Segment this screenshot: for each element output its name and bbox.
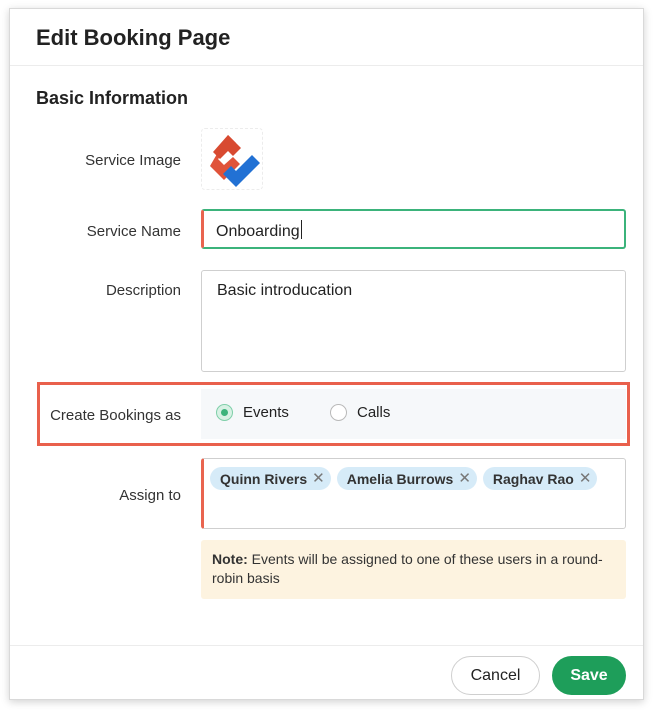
dialog-title: Edit Booking Page [36, 25, 231, 50]
note-text: Events will be assigned to one of these … [212, 551, 603, 586]
note-prefix: Note: [212, 551, 248, 567]
assign-to-label: Assign to [119, 487, 181, 504]
assignee-chip: Quinn Rivers ✕ [210, 467, 331, 490]
dialog-header: Edit Booking Page [10, 9, 643, 66]
save-button[interactable]: Save [552, 656, 626, 695]
service-name-value: Onboarding [216, 223, 300, 240]
text-caret [300, 220, 302, 239]
assignee-chip-label: Raghav Rao [492, 470, 574, 487]
remove-icon[interactable]: ✕ [579, 471, 592, 486]
service-name-label: Service Name [86, 223, 181, 240]
description-value: Basic introducation [217, 282, 353, 299]
service-name-input[interactable]: Onboarding [201, 209, 626, 249]
description-textarea[interactable]: Basic introducation [201, 270, 626, 372]
service-image-picker[interactable] [201, 128, 263, 190]
assignment-note: Note: Events will be assigned to one of … [201, 540, 626, 599]
remove-icon[interactable]: ✕ [312, 471, 325, 486]
assignee-chip-label: Quinn Rivers [220, 470, 308, 487]
section-title: Basic Information [36, 88, 189, 108]
remove-icon[interactable]: ✕ [458, 471, 471, 486]
assignee-chip: Amelia Burrows ✕ [336, 467, 477, 490]
edit-booking-dialog: Edit Booking Page Basic Information Serv… [9, 8, 644, 700]
service-image-label: Service Image [85, 152, 181, 169]
assignee-chip: Raghav Rao ✕ [482, 467, 598, 490]
description-label: Description [105, 282, 181, 299]
assignee-chip-label: Amelia Burrows [346, 470, 454, 487]
dialog-footer [10, 645, 643, 699]
highlight-annotation [37, 382, 630, 446]
assignee-multiselect[interactable]: Quinn Rivers ✕ Amelia Burrows ✕ Raghav R… [201, 458, 626, 529]
cancel-button[interactable]: Cancel [451, 656, 540, 695]
zoho-bookings-logo-icon [210, 135, 260, 187]
